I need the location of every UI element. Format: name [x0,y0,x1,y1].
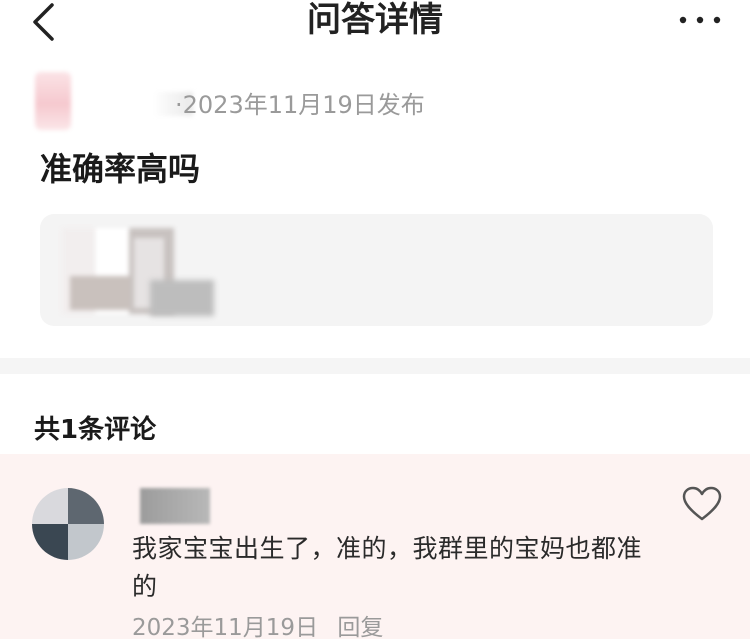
question-title: 准确率高吗 [40,150,201,188]
comment-item: 我家宝宝出生了，准的，我群里的宝妈也都准的 2023年11月19日 回复 [0,454,750,641]
author-avatar[interactable] [35,72,71,130]
comments-count-heading: 共1条评论 [34,415,157,445]
question-attachment-card[interactable] [40,214,713,326]
section-divider [0,358,750,374]
attachment-redacted-content [150,280,214,316]
commenter-name-redacted[interactable] [140,488,210,524]
heart-outline-icon [682,486,722,521]
comment-meta: 2023年11月19日 回复 [132,612,383,644]
like-button[interactable] [682,486,722,522]
top-nav-bar: 问答详情 [0,0,750,50]
comment-text: 我家宝宝出生了，准的，我群里的宝妈也都准的 [132,534,643,601]
commenter-avatar[interactable] [32,488,104,560]
more-button[interactable] [676,8,724,32]
comment-date: 2023年11月19日 [132,615,319,641]
publish-info: ·2023年11月19日发布 [175,91,425,119]
more-horizontal-icon [679,16,721,24]
question-author-row: ·2023年11月19日发布 [35,72,715,132]
reply-button[interactable]: 回复 [337,615,383,641]
page-title: 问答详情 [307,0,443,40]
